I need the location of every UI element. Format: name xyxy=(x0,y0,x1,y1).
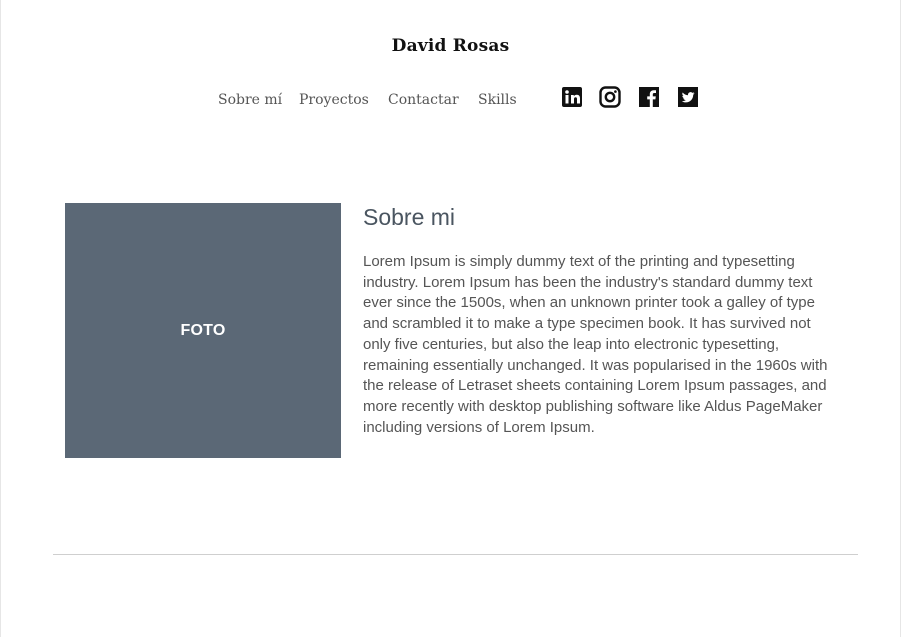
section-divider xyxy=(53,554,858,555)
photo-label: FOTO xyxy=(180,321,226,339)
twitter-icon[interactable] xyxy=(677,86,699,108)
nav-item-sobre-mi[interactable]: Sobre mí xyxy=(218,90,282,110)
main-nav: Sobre mí Proyectos Contactar Skills xyxy=(0,90,901,112)
about-heading: Sobre mi xyxy=(363,204,456,230)
about-text: Lorem Ipsum is simply dummy text of the … xyxy=(363,253,828,436)
profile-photo-placeholder: FOTO xyxy=(65,203,341,458)
nav-item-skills[interactable]: Skills xyxy=(478,90,517,110)
facebook-icon[interactable] xyxy=(638,86,660,108)
nav-item-proyectos[interactable]: Proyectos xyxy=(299,90,369,110)
linkedin-icon[interactable] xyxy=(561,86,583,108)
nav-item-contactar[interactable]: Contactar xyxy=(388,90,459,110)
site-title: David Rosas xyxy=(391,36,510,56)
instagram-icon[interactable] xyxy=(599,86,621,108)
